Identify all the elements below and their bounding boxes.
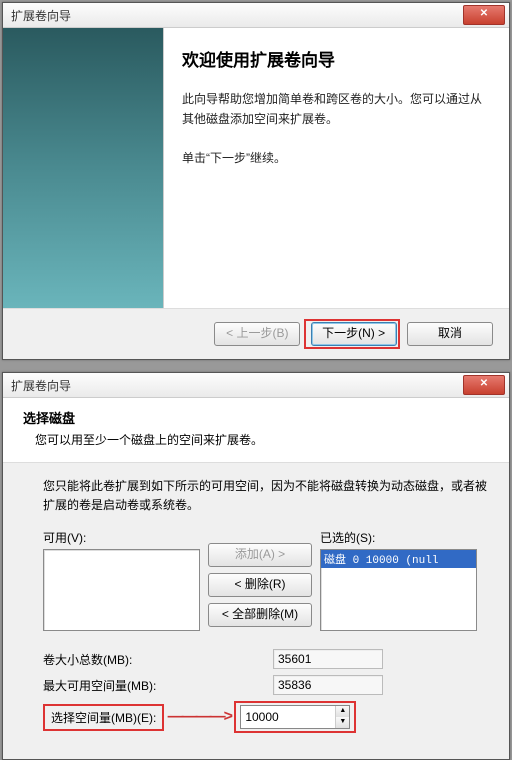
selected-listbox[interactable]: 磁盘 0 10000 (null <box>320 549 477 631</box>
highlight-select-input: ▲ ▼ <box>234 701 356 733</box>
content-area: 欢迎使用扩展卷向导 此向导帮助您增加简单卷和跨区卷的大小。您可以通过从其他磁盘添… <box>3 28 509 308</box>
row-select-amount: 选择空间量(MB)(E): ————> ▲ ▼ <box>43 701 487 733</box>
spin-buttons: ▲ ▼ <box>335 706 349 728</box>
size-fields: 卷大小总数(MB): 35601 最大可用空间量(MB): 35836 选择空间… <box>43 649 487 733</box>
wizard-body: 您只能将此卷扩展到如下所示的可用空间，因为不能将磁盘转换为动态磁盘，或者被扩展的… <box>3 463 509 759</box>
max-value: 35836 <box>273 675 383 695</box>
note-text: 您只能将此卷扩展到如下所示的可用空间，因为不能将磁盘转换为动态磁盘，或者被扩展的… <box>43 477 487 515</box>
close-icon[interactable]: ✕ <box>463 375 505 395</box>
available-listbox[interactable] <box>43 549 200 631</box>
remove-button[interactable]: < 删除(R) <box>208 573 312 597</box>
row-max: 最大可用空间量(MB): 35836 <box>43 675 487 695</box>
cancel-button[interactable]: 取消 <box>407 322 493 346</box>
wizard-side-image <box>3 28 164 308</box>
wizard-heading: 欢迎使用扩展卷向导 <box>182 46 491 71</box>
highlight-select-label: 选择空间量(MB)(E): <box>43 704 164 731</box>
remove-all-button[interactable]: < 全部删除(M) <box>208 603 312 627</box>
list-item[interactable]: 磁盘 0 10000 (null <box>321 550 476 568</box>
arrow-icon: ————> <box>164 708 234 726</box>
total-label: 卷大小总数(MB): <box>43 651 273 668</box>
selected-label: 已选的(S): <box>320 529 477 546</box>
select-amount-label: 选择空间量(MB)(E): <box>51 709 156 726</box>
spin-up-icon[interactable]: ▲ <box>336 706 349 717</box>
header-title: 选择磁盘 <box>23 408 493 427</box>
select-amount-spinner[interactable]: ▲ ▼ <box>240 705 350 729</box>
total-value: 35601 <box>273 649 383 669</box>
button-row: < 上一步(B) 下一步(N) > 取消 <box>3 308 509 359</box>
close-icon[interactable]: ✕ <box>463 5 505 25</box>
available-label: 可用(V): <box>43 529 200 546</box>
titlebar: 扩展卷向导 ✕ <box>3 3 509 28</box>
wizard-description: 此向导帮助您增加简单卷和跨区卷的大小。您可以通过从其他磁盘添加空间来扩展卷。 <box>182 89 491 130</box>
wizard-welcome-dialog: 扩展卷向导 ✕ 欢迎使用扩展卷向导 此向导帮助您增加简单卷和跨区卷的大小。您可以… <box>2 2 510 360</box>
available-column: 可用(V): <box>43 529 200 631</box>
highlight-next: 下一步(N) > <box>304 319 400 349</box>
disk-selection-columns: 可用(V): 添加(A) > < 删除(R) < 全部删除(M) 已选的(S):… <box>43 529 487 631</box>
wizard-instruction: 单击“下一步”继续。 <box>182 148 491 168</box>
header-subtitle: 您可以用至少一个磁盘上的空间来扩展卷。 <box>35 431 493 448</box>
window-title: 扩展卷向导 <box>11 377 463 394</box>
back-button: < 上一步(B) <box>214 322 300 346</box>
wizard-select-disk-dialog: 扩展卷向导 ✕ 选择磁盘 您可以用至少一个磁盘上的空间来扩展卷。 您只能将此卷扩… <box>2 372 510 760</box>
selected-column: 已选的(S): 磁盘 0 10000 (null <box>320 529 477 631</box>
spin-down-icon[interactable]: ▼ <box>336 717 349 728</box>
next-button[interactable]: 下一步(N) > <box>311 322 397 346</box>
row-total: 卷大小总数(MB): 35601 <box>43 649 487 669</box>
window-title: 扩展卷向导 <box>11 7 463 24</box>
add-button: 添加(A) > <box>208 543 312 567</box>
wizard-main-panel: 欢迎使用扩展卷向导 此向导帮助您增加简单卷和跨区卷的大小。您可以通过从其他磁盘添… <box>164 28 509 308</box>
titlebar: 扩展卷向导 ✕ <box>3 373 509 398</box>
transfer-buttons: 添加(A) > < 删除(R) < 全部删除(M) <box>208 529 312 627</box>
select-amount-input[interactable] <box>241 706 335 728</box>
wizard-header: 选择磁盘 您可以用至少一个磁盘上的空间来扩展卷。 <box>3 398 509 463</box>
max-label: 最大可用空间量(MB): <box>43 677 273 694</box>
